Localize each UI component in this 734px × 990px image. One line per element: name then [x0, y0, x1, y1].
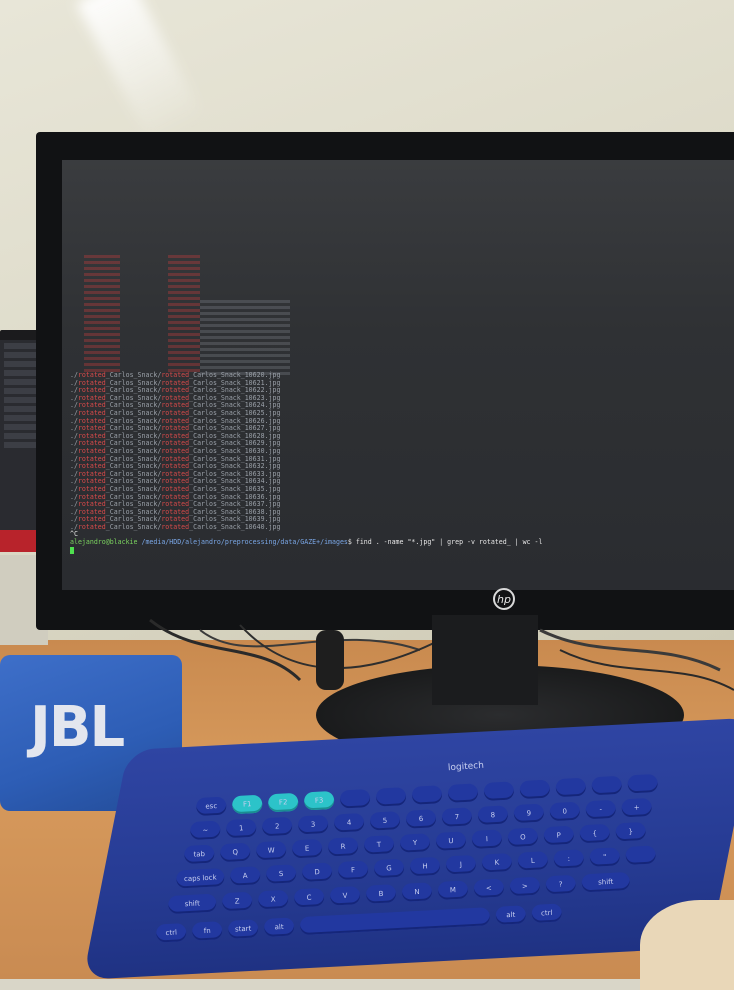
keyboard-key[interactable]: F	[337, 860, 369, 881]
keyboard-key[interactable]: M	[437, 880, 469, 900]
keyboard-key[interactable]: :	[553, 849, 585, 869]
keyboard-key[interactable]: ctrl	[155, 923, 187, 943]
keyboard-key[interactable]: 2	[261, 816, 293, 837]
keyboard-key[interactable]: 1	[225, 818, 257, 839]
keyboard-key[interactable]: K	[481, 852, 513, 873]
keyboard-key[interactable]: X	[257, 889, 289, 910]
keyboard-key[interactable]: "	[589, 847, 621, 867]
keyboard-key[interactable]	[447, 783, 479, 803]
keyboard-key[interactable]	[483, 781, 515, 802]
keyboard-key[interactable]: 7	[441, 807, 473, 827]
scrolled-red-text-column	[84, 255, 120, 375]
keyboard-key[interactable]: P	[543, 825, 575, 846]
monitor-stand-neck	[432, 615, 538, 705]
keyboard-key[interactable]: 0	[549, 801, 581, 822]
keyboard-key[interactable]: }	[615, 821, 647, 842]
keyboard-key[interactable]: Q	[219, 842, 251, 863]
keyboard-key[interactable]: 3	[297, 814, 329, 835]
keyboard-key[interactable]: fn	[191, 921, 223, 941]
keyboard-key[interactable]: Z	[221, 891, 253, 912]
keyboard-key[interactable]: caps lock	[175, 868, 225, 889]
keyboard-key[interactable]: C	[293, 887, 325, 908]
keyboard-key[interactable]	[375, 787, 407, 807]
keyboard-key[interactable]: G	[373, 858, 405, 879]
keyboard-key[interactable]: +	[621, 797, 653, 818]
keyboard-key[interactable]: alt	[495, 905, 527, 925]
keyboard-key[interactable]: 8	[477, 805, 509, 826]
terminal-output: ./rotated_Carlos_Snack/rotated_Carlos_Sn…	[70, 371, 730, 554]
keyboard-key[interactable]: O	[507, 827, 539, 848]
keyboard-key[interactable]: Y	[399, 833, 431, 853]
scrolled-red-text-column	[168, 255, 200, 375]
keyboard-key[interactable]: <	[473, 878, 505, 899]
terminal-text-segment: rotated	[77, 522, 106, 531]
keyboard-key[interactable]: J	[445, 854, 477, 875]
terminal-text-segment: rotated	[161, 522, 190, 531]
keyboard-key[interactable]: ctrl	[531, 903, 563, 923]
keyboard-key[interactable]: {	[579, 823, 611, 844]
terminal-command: find . -name "*.jpg" | grep -v rotated_ …	[355, 538, 543, 547]
keyboard-key[interactable]: 6	[405, 809, 437, 829]
terminal-text-segment: _Carlos_Snack_10640.jpg	[189, 522, 281, 531]
keyboard-key[interactable]: H	[409, 856, 441, 877]
terminal-prompt-symbol: $	[347, 538, 356, 547]
keyboard-key[interactable]: U	[435, 831, 467, 851]
terminal-prompt-line: alejandro@blackie /media/HDD/alejandro/p…	[70, 538, 730, 547]
keyboard-key[interactable]: ~	[189, 820, 221, 841]
keyboard-key[interactable]: ?	[545, 874, 577, 895]
keyboard-key[interactable]: S	[265, 864, 297, 884]
keyboard-key[interactable]: start	[227, 919, 259, 939]
keyboard-key[interactable]	[627, 773, 659, 794]
scrolled-grey-text-column	[200, 300, 290, 375]
keyboard-key[interactable]	[339, 788, 371, 809]
keyboard-key[interactable]	[591, 775, 623, 796]
keyboard-key[interactable]: shift	[167, 893, 217, 915]
keyboard-key[interactable]	[625, 845, 657, 865]
keyboard-key[interactable]: N	[401, 882, 433, 902]
keyboard-key[interactable]: tab	[183, 844, 215, 865]
terminal-prompt-user: alejandro@blackie	[70, 538, 138, 547]
terminal-prompt-path: /media/HDD/alejandro/preprocessing/data/…	[137, 538, 348, 547]
terminal-cursor	[70, 546, 74, 554]
keyboard-key[interactable]: 9	[513, 803, 545, 824]
keyboard-key[interactable]: D	[301, 862, 333, 882]
keyboard-key[interactable]	[555, 777, 587, 798]
keyboard-key[interactable]	[519, 779, 551, 800]
jbl-logo: JBL	[30, 695, 125, 760]
keyboard-key[interactable]: E	[291, 838, 323, 859]
keyboard-key[interactable]: F2	[267, 792, 299, 813]
keyboard-key[interactable]: 5	[369, 811, 401, 831]
keyboard-key[interactable]: >	[509, 876, 541, 897]
keyboard-key[interactable]: 4	[333, 812, 365, 833]
keyboard-key[interactable]: F1	[231, 794, 263, 815]
keyboard-key[interactable]: esc	[195, 796, 227, 817]
keyboard-key[interactable]: F3	[303, 790, 335, 811]
keyboard-key[interactable]: W	[255, 840, 287, 861]
keyboard-key[interactable]: V	[329, 886, 361, 906]
keyboard-key[interactable]: B	[365, 884, 397, 904]
keyboard-key[interactable]: alt	[263, 917, 295, 937]
terminal-file-line: ./rotated_Carlos_Snack/rotated_Carlos_Sn…	[70, 522, 730, 532]
keyboard-key[interactable]: L	[517, 851, 549, 871]
keyboard-key[interactable]	[411, 785, 443, 805]
keyboard-key[interactable]: -	[585, 799, 617, 820]
keyboard-key[interactable]: I	[471, 829, 503, 850]
keyboard-key[interactable]: R	[327, 836, 359, 857]
keyboard-key[interactable]: A	[229, 866, 261, 886]
keyboard-key[interactable]: shift	[581, 871, 631, 893]
terminal-text-segment: _Carlos_Snack/	[105, 522, 162, 531]
keyboard-key[interactable]: T	[363, 835, 395, 855]
